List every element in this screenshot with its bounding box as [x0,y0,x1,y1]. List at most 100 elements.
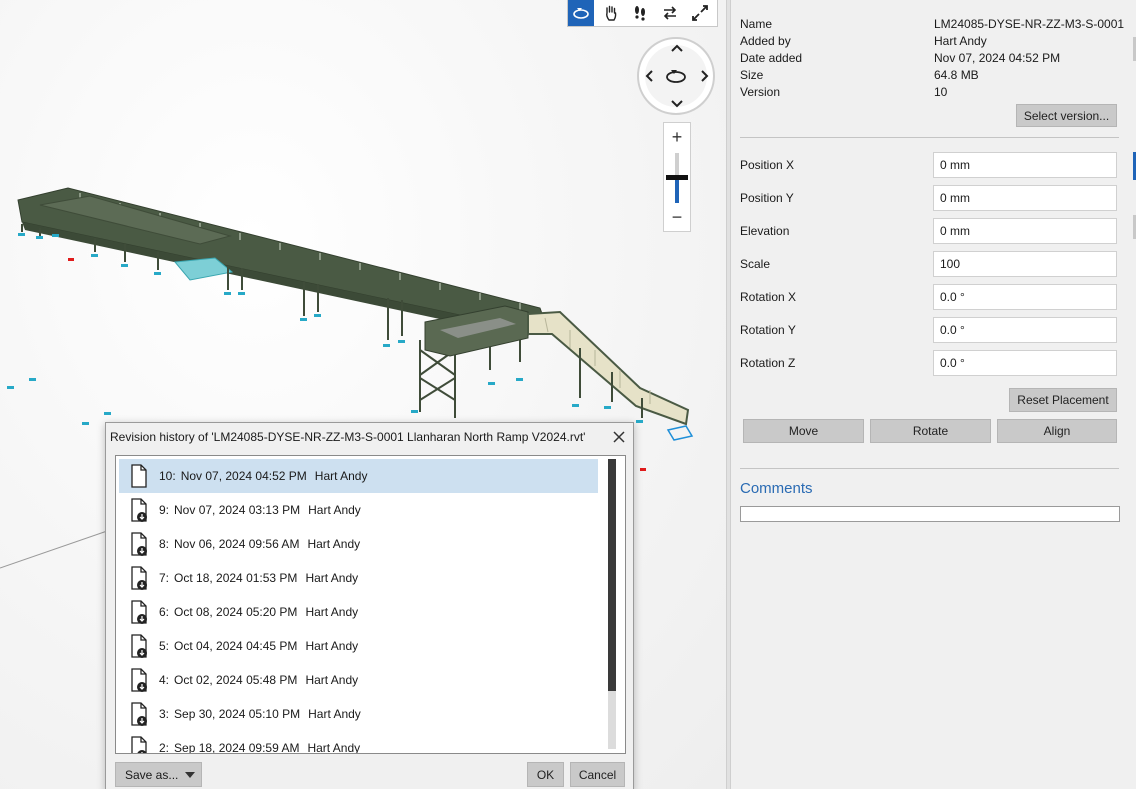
placement-input[interactable]: 0.0 ° [933,317,1117,343]
revision-date: Oct 02, 2024 05:48 PM [174,673,298,687]
revision-user: Hart Andy [305,639,359,653]
revision-item[interactable]: 9: Nov 07, 2024 03:13 PM Hart Andy [119,493,598,527]
placement-input[interactable]: 0.0 ° [933,284,1117,310]
revision-item[interactable]: 3: Sep 30, 2024 05:10 PM Hart Andy [119,697,598,731]
revision-text: 6: Oct 08, 2024 05:20 PM Hart Andy [159,605,358,619]
document-download-icon [131,532,147,556]
rotate-button[interactable]: Rotate [870,419,991,443]
orbit-tool-button[interactable] [568,0,594,26]
document-icon [131,464,147,488]
document-download-icon [131,498,147,522]
revision-date: Sep 30, 2024 05:10 PM [174,707,301,721]
property-value: 10 [934,85,948,99]
revision-item[interactable]: 6: Oct 08, 2024 05:20 PM Hart Andy [119,595,598,629]
revision-date: Nov 06, 2024 09:56 AM [174,537,300,551]
zoom-slider-thumb[interactable] [666,175,688,180]
swap-tool-button[interactable] [657,0,683,26]
comment-input[interactable] [740,506,1120,522]
revision-num: 3: [159,707,170,721]
revision-item[interactable]: 4: Oct 02, 2024 05:48 PM Hart Andy [119,663,598,697]
placement-input[interactable]: 0 mm [933,218,1117,244]
revision-num: 4: [159,673,170,687]
revision-user: Hart Andy [307,537,361,551]
save-as-label: Save as... [125,767,179,782]
revision-item[interactable]: 10: Nov 07, 2024 04:52 PM Hart Andy [119,459,598,493]
field-label: Scale [740,257,771,271]
property-label: Size [740,68,764,82]
move-button[interactable]: Move [743,419,864,443]
chevron-up-icon[interactable] [670,41,684,55]
revision-num: 9: [159,503,170,517]
revision-num: 2: [159,741,170,754]
revision-text: 8: Nov 06, 2024 09:56 AM Hart Andy [159,537,360,551]
align-button[interactable]: Align [997,419,1117,443]
walk-tool-button[interactable] [628,0,654,26]
property-value: 64.8 MB [934,68,979,82]
zoom-out-button[interactable]: − [664,207,690,227]
revision-list[interactable]: 10: Nov 07, 2024 04:52 PM Hart Andy 9: Nov 0… [115,455,626,754]
revision-history-dialog: Revision history of 'LM24085-DYSE-NR-ZZ-… [105,422,634,789]
chevron-down-icon[interactable] [670,97,684,111]
document-download-icon [131,736,147,753]
revision-text: 5: Oct 04, 2024 04:45 PM Hart Andy [159,639,358,653]
revision-item[interactable]: 8: Nov 06, 2024 09:56 AM Hart Andy [119,527,598,561]
panel-edge-markers [1133,37,1136,239]
orbit-wheel[interactable] [637,37,715,115]
revision-text: 4: Oct 02, 2024 05:48 PM Hart Andy [159,673,358,687]
property-value: Nov 07, 2024 04:52 PM [934,51,1061,65]
revision-date: Nov 07, 2024 03:13 PM [174,503,301,517]
document-download-icon [131,668,147,692]
property-label: Added by [740,34,791,48]
revision-num: 8: [159,537,170,551]
property-label: Date added [740,51,803,65]
document-download-icon [131,702,147,726]
field-label: Rotation Z [740,356,796,370]
property-value: Hart Andy [934,34,987,48]
revision-date: Oct 04, 2024 04:45 PM [174,639,298,653]
field-label: Position Y [740,191,794,205]
revision-text: 2: Sep 18, 2024 09:59 AM Hart Andy [159,741,361,754]
divider [740,137,1119,138]
property-label: Version [740,85,781,99]
revision-user: Hart Andy [305,673,359,687]
revision-user: Hart Andy [305,571,359,585]
revision-user: Hart Andy [308,503,361,517]
3d-viewport[interactable]: + − Revision history of 'LM24085-DYSE-NR… [0,0,726,789]
close-icon[interactable] [611,429,627,445]
revision-user: Hart Andy [308,707,361,721]
orbit-center-icon[interactable] [664,64,688,88]
placement-input[interactable]: 100 [933,251,1117,277]
placement-input[interactable]: 0.0 ° [933,350,1117,376]
revision-user: Hart Andy [314,469,368,483]
properties-panel: Name LM24085-DYSE-NR-ZZ-M3-S-0001 Added by… [731,0,1136,789]
field-label: Elevation [740,224,790,238]
revision-date: Nov 07, 2024 04:52 PM [180,469,307,483]
zoom-in-button[interactable]: + [664,127,690,147]
property-value: LM24085-DYSE-NR-ZZ-M3-S-0001 [934,17,1125,31]
revision-date: Oct 18, 2024 01:53 PM [174,571,298,585]
revision-user: Hart Andy [307,741,361,754]
chevron-right-icon[interactable] [698,69,712,83]
pan-hand-icon [605,5,616,21]
revision-date: Oct 08, 2024 05:20 PM [174,605,298,619]
reset-placement-button[interactable]: Reset Placement [1009,388,1117,412]
revision-item[interactable]: 2: Sep 18, 2024 09:59 AM Hart Andy [119,731,598,754]
cancel-button[interactable]: Cancel [570,762,625,787]
revision-item[interactable]: 7: Oct 18, 2024 01:53 PM Hart Andy [119,561,598,595]
select-version-button[interactable]: Select version... [1016,104,1117,127]
pan-tool-button[interactable] [598,0,624,26]
fullscreen-icon [692,5,708,21]
save-as-dropdown[interactable]: Save as... [115,762,202,787]
placement-input[interactable]: 0 mm [933,185,1117,211]
zoom-level-fill [675,178,679,203]
revision-item[interactable]: 5: Oct 04, 2024 04:45 PM Hart Andy [119,629,598,663]
ok-button[interactable]: OK [527,762,564,787]
document-download-icon [131,600,147,624]
revision-text: 7: Oct 18, 2024 01:53 PM Hart Andy [159,571,358,585]
swap-arrows-icon [664,6,677,20]
placement-input[interactable]: 0 mm [933,152,1117,178]
comments-heading: Comments [740,480,813,497]
fullscreen-button[interactable] [687,0,713,26]
scrollbar-thumb[interactable] [608,459,616,691]
chevron-left-icon[interactable] [642,69,656,83]
